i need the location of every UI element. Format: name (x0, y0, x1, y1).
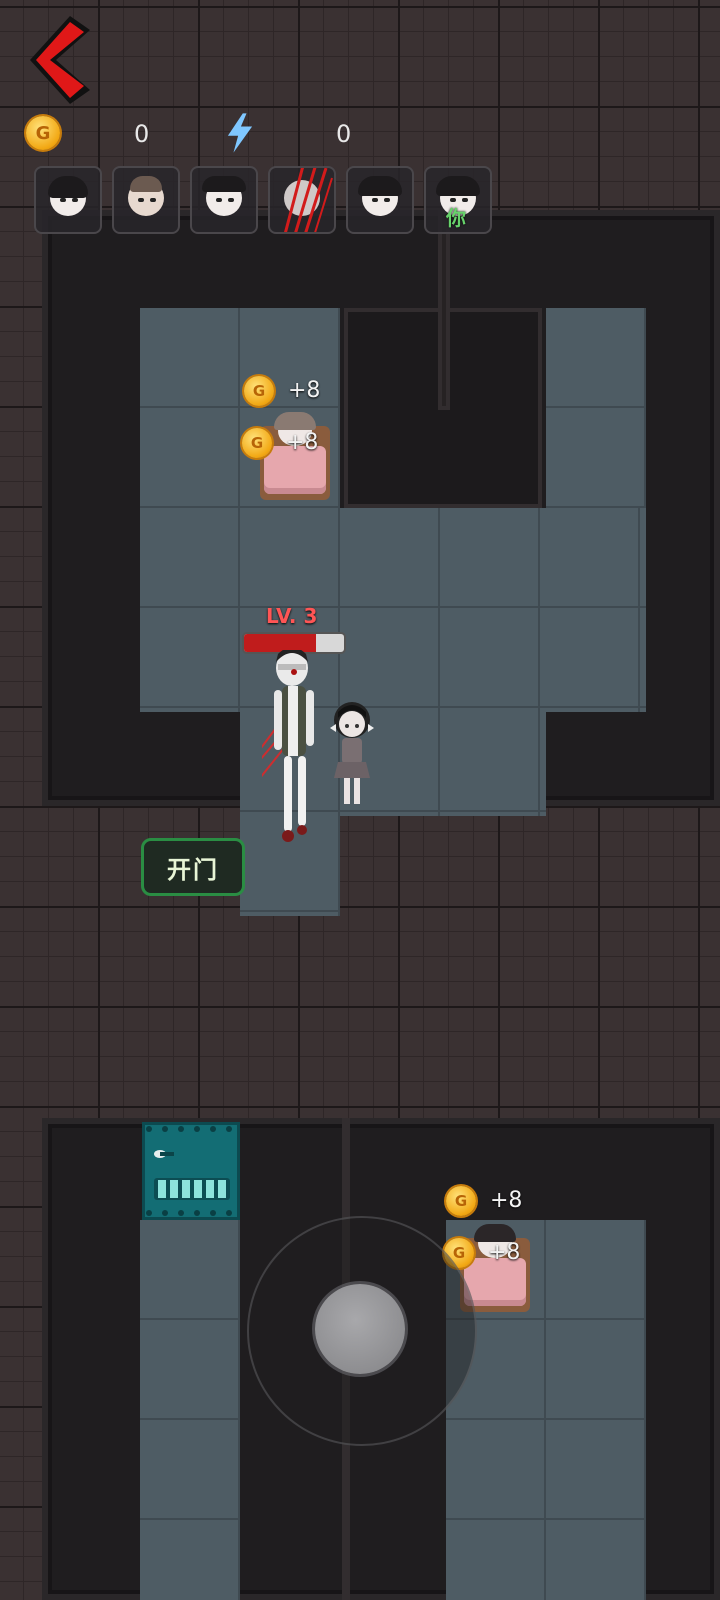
coin-reward-popup: G +8 (242, 426, 352, 466)
eye-right (228, 198, 234, 202)
player-girl (330, 702, 374, 804)
coin-icon: G (446, 1186, 476, 1216)
joystick-knob[interactable] (315, 1284, 405, 1374)
character-slot-3[interactable] (190, 166, 258, 234)
floor-lower-left (140, 1220, 240, 1600)
character-slot-4-eliminated[interactable] (268, 166, 336, 234)
hair-shape (202, 176, 246, 192)
floor-upper-center (340, 508, 646, 712)
character-slot-2[interactable] (112, 166, 180, 234)
door-lock-icon (154, 1150, 230, 1200)
reward-amount: +8 (286, 430, 319, 455)
you-label: 你 (446, 206, 466, 230)
coin-icon: G (26, 116, 60, 150)
reward-amount: +8 (490, 1188, 523, 1213)
coin-reward-popup: G +8 (244, 374, 354, 414)
eye-left (60, 198, 66, 202)
hair-shape (130, 176, 162, 192)
coin-icon: G (242, 428, 272, 458)
eye-left (138, 198, 144, 202)
eye-right (72, 198, 78, 202)
eye-left (216, 198, 222, 202)
door-panel[interactable] (142, 1122, 240, 1220)
energy-count: 0 (336, 120, 352, 148)
coin-reward-popup: G +8 (444, 1236, 554, 1276)
back-arrow-icon[interactable] (22, 14, 96, 104)
hair-shape (358, 176, 402, 196)
character-slot-1[interactable] (34, 166, 102, 234)
reward-amount: +8 (288, 378, 321, 403)
ghost-monster (262, 650, 314, 842)
character-slot-5[interactable] (346, 166, 414, 234)
eye-right (150, 198, 156, 202)
floor-upper-right (546, 308, 646, 508)
claw-scratch-icon (284, 168, 333, 232)
game-stage: G 0 0 你 G +8 G +8 LV. 3 开门 G +8 G +8 (0, 0, 720, 1600)
lightning-icon (227, 113, 253, 153)
hair-shape (48, 176, 88, 198)
reward-amount: +8 (488, 1240, 521, 1265)
hair-shape (436, 176, 480, 196)
coin-reward-popup: G +8 (446, 1184, 556, 1224)
virtual-joystick[interactable] (247, 1216, 477, 1446)
eye-left (372, 198, 378, 202)
coin-count: 0 (134, 120, 150, 148)
monster-level: LV. 3 (266, 604, 318, 628)
open-door-button[interactable]: 开门 (141, 838, 245, 896)
divider-wall (438, 210, 450, 410)
coin-icon: G (244, 376, 274, 406)
eye-right (384, 198, 390, 202)
character-slot-you[interactable]: 你 (424, 166, 492, 234)
